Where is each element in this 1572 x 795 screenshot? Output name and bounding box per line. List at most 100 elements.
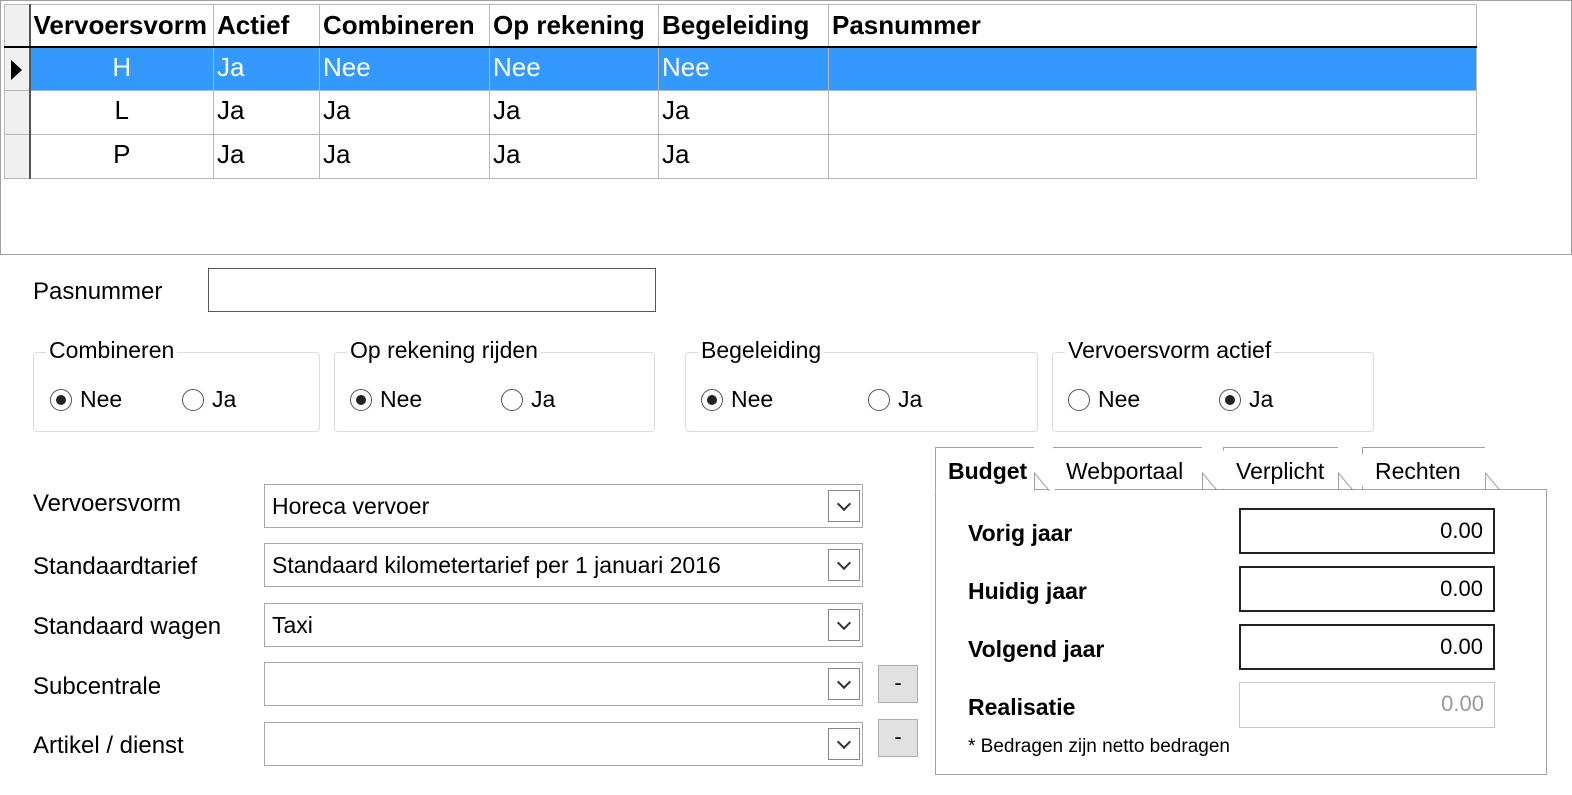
tab-label: Webportaal [1066, 458, 1184, 484]
group-title: Combineren [46, 337, 178, 364]
radio-label: Nee [80, 386, 123, 412]
row-selector[interactable] [4, 90, 31, 135]
radio-label: Ja [898, 386, 923, 412]
volgend-jaar-label: Volgend jaar [968, 636, 1105, 662]
realisatie-label: Realisatie [968, 694, 1076, 720]
cell-op-rekening[interactable]: Ja [489, 90, 659, 135]
cell-pasnummer[interactable] [828, 46, 1477, 91]
tab-label: Budget [948, 458, 1028, 484]
cell-vervoersvorm[interactable]: L [29, 90, 214, 135]
begeleiding-nee-radio[interactable]: Nee [701, 386, 773, 413]
subcentrale-label: Subcentrale [33, 673, 162, 700]
chevron-down-icon[interactable] [828, 549, 860, 581]
column-header-vervoersvorm[interactable]: Vervoersvorm [29, 4, 214, 48]
radio-unchecked-icon [868, 388, 890, 411]
cell-vervoersvorm[interactable]: P [29, 134, 214, 179]
actief-ja-radio[interactable]: Ja [1219, 386, 1273, 413]
radio-label: Ja [1249, 386, 1274, 412]
column-header-combineren[interactable]: Combineren [319, 4, 490, 48]
radio-label: Ja [531, 386, 556, 412]
standaard-wagen-label: Standaard wagen [33, 613, 222, 640]
realisatie-input: 0.00 [1239, 682, 1495, 728]
pasnummer-label: Pasnummer [33, 278, 163, 305]
vervoersvorm-select[interactable]: Horeca vervoer [264, 484, 863, 528]
select-value: Horeca vervoer [272, 493, 430, 519]
standaardtarief-select[interactable]: Standaard kilometertarief per 1 januari … [264, 543, 863, 587]
cell-combineren[interactable]: Ja [319, 90, 490, 135]
pasnummer-input[interactable] [208, 268, 656, 312]
select-value: Taxi [272, 612, 313, 638]
begeleiding-group: Begeleiding Nee Ja [685, 337, 1038, 432]
select-value: Standaard kilometertarief per 1 januari … [272, 552, 721, 578]
tab-verplicht[interactable]: Verplicht [1223, 447, 1339, 490]
op-rekening-ja-radio[interactable]: Ja [501, 386, 555, 413]
op-rekening-nee-radio[interactable]: Nee [350, 386, 422, 413]
column-header-begeleiding[interactable]: Begeleiding [658, 4, 829, 48]
vervoersvorm-grid[interactable]: Vervoersvorm Actief Combineren Op rekeni… [0, 0, 1572, 255]
radio-label: Nee [380, 386, 423, 412]
actief-nee-radio[interactable]: Nee [1068, 386, 1140, 413]
column-header-actief[interactable]: Actief [213, 4, 320, 48]
cell-combineren[interactable]: Nee [319, 46, 490, 91]
chevron-down-icon[interactable] [828, 728, 860, 760]
artikel-dienst-select[interactable] [264, 722, 863, 766]
cell-actief[interactable]: Ja [213, 90, 320, 135]
standaard-wagen-select[interactable]: Taxi [264, 603, 863, 647]
radio-unchecked-icon [182, 388, 204, 411]
tab-label: Rechten [1375, 458, 1461, 484]
standaardtarief-label: Standaardtarief [33, 553, 198, 580]
radio-label: Ja [212, 386, 237, 412]
tab-budget[interactable]: Budget [935, 447, 1035, 491]
artikel-dienst-label: Artikel / dienst [33, 732, 184, 759]
table-row[interactable]: P Ja Ja Ja Ja [4, 134, 1477, 179]
table-row[interactable]: L Ja Ja Ja Ja [4, 90, 1477, 135]
begeleiding-ja-radio[interactable]: Ja [868, 386, 922, 413]
tab-label: Verplicht [1236, 458, 1325, 484]
radio-checked-icon [1219, 388, 1241, 411]
group-title: Begeleiding [698, 337, 825, 364]
row-header-corner [4, 4, 31, 48]
subcentrale-clear-button[interactable]: - [878, 665, 918, 703]
subcentrale-select[interactable] [264, 662, 863, 706]
netto-note: * Bedragen zijn netto bedragen [968, 736, 1230, 757]
vorig-jaar-label: Vorig jaar [968, 520, 1073, 546]
row-selector[interactable] [4, 134, 31, 179]
column-header-pasnummer[interactable]: Pasnummer [828, 4, 1477, 48]
radio-unchecked-icon [501, 388, 523, 411]
cell-op-rekening[interactable]: Ja [489, 134, 659, 179]
huidig-jaar-input[interactable]: 0.00 [1239, 566, 1495, 612]
tab-webportaal[interactable]: Webportaal [1053, 447, 1203, 490]
cell-pasnummer[interactable] [828, 90, 1477, 135]
artikel-dienst-clear-button[interactable]: - [878, 719, 918, 757]
volgend-jaar-input[interactable]: 0.00 [1239, 624, 1495, 670]
vervoersvorm-actief-group: Vervoersvorm actief Nee Ja [1052, 337, 1374, 432]
radio-checked-icon [350, 388, 372, 411]
cell-actief[interactable]: Ja [213, 134, 320, 179]
cell-op-rekening[interactable]: Nee [489, 46, 659, 91]
cell-begeleiding[interactable]: Nee [658, 46, 829, 91]
tab-rechten[interactable]: Rechten [1362, 447, 1486, 490]
group-title: Vervoersvorm actief [1065, 337, 1275, 364]
radio-checked-icon [701, 388, 723, 411]
column-header-op-rekening[interactable]: Op rekening [489, 4, 659, 48]
cell-combineren[interactable]: Ja [319, 134, 490, 179]
cell-begeleiding[interactable]: Ja [658, 90, 829, 135]
cell-vervoersvorm[interactable]: H [29, 46, 214, 91]
grid-table: Vervoersvorm Actief Combineren Op rekeni… [4, 4, 1477, 179]
cell-actief[interactable]: Ja [213, 46, 320, 91]
chevron-down-icon[interactable] [828, 668, 860, 700]
chevron-down-icon[interactable] [828, 490, 860, 522]
combineren-nee-radio[interactable]: Nee [50, 386, 122, 413]
radio-label: Nee [731, 386, 774, 412]
radio-checked-icon [50, 388, 72, 411]
radio-label: Nee [1098, 386, 1141, 412]
cell-begeleiding[interactable]: Ja [658, 134, 829, 179]
vorig-jaar-input[interactable]: 0.00 [1239, 508, 1495, 554]
table-row[interactable]: H Ja Nee Nee Nee [4, 46, 1477, 91]
row-selector[interactable] [4, 46, 31, 91]
combineren-ja-radio[interactable]: Ja [182, 386, 236, 413]
op-rekening-rijden-group: Op rekening rijden Nee Ja [334, 337, 655, 432]
chevron-down-icon[interactable] [828, 609, 860, 641]
cell-pasnummer[interactable] [828, 134, 1477, 179]
radio-unchecked-icon [1068, 388, 1090, 411]
